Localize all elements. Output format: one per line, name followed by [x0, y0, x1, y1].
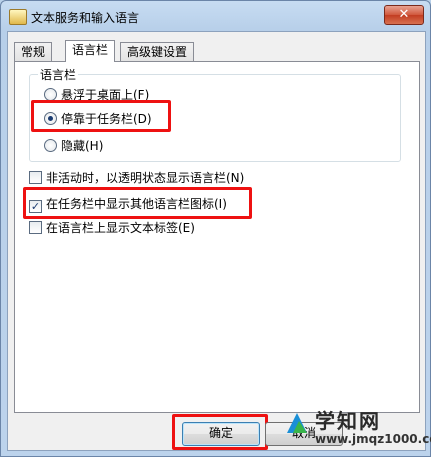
dialog-client: 常规 语言栏 高级键设置 语言栏 悬浮于桌面上(F) 停靠于任务栏(D) 隐藏(… — [7, 31, 426, 451]
radio-label: 隐藏(H) — [61, 139, 104, 153]
checkbox[interactable] — [29, 171, 42, 184]
checkbox-label: 在语言栏上显示文本标签(E) — [46, 221, 195, 235]
app-icon — [9, 9, 27, 25]
watermark-title: 学知网 — [315, 409, 381, 433]
dialog-window: 文本服务和输入语言 ✕ 常规 语言栏 高级键设置 语言栏 悬浮于桌面上(F) 停… — [0, 0, 431, 457]
checkbox[interactable] — [29, 221, 42, 234]
watermark-url: www.jmqz1000.com — [315, 432, 431, 446]
radio-button[interactable] — [44, 139, 57, 152]
highlight-box-additional-icons — [23, 187, 252, 219]
close-button[interactable]: ✕ — [384, 5, 424, 25]
tab-general[interactable]: 常规 — [14, 42, 53, 61]
window-title: 文本服务和输入语言 — [31, 11, 140, 25]
tab-language-bar[interactable]: 语言栏 — [65, 40, 116, 62]
tab-advanced-key-settings[interactable]: 高级键设置 — [120, 42, 195, 61]
group-title: 语言栏 — [38, 66, 79, 83]
highlight-box-docked — [31, 100, 171, 132]
checkbox-transparent-when-inactive[interactable]: 非活动时，以透明状态显示语言栏(N) — [29, 170, 244, 186]
watermark-logo-icon — [287, 413, 307, 433]
highlight-box-ok — [172, 414, 268, 450]
title-bar[interactable]: 文本服务和输入语言 ✕ — [1, 1, 430, 31]
checkbox-show-text-labels[interactable]: 在语言栏上显示文本标签(E) — [29, 220, 195, 236]
checkbox-label: 非活动时，以透明状态显示语言栏(N) — [46, 171, 245, 185]
tab-panel: 语言栏 悬浮于桌面上(F) 停靠于任务栏(D) 隐藏(H) 非活动时，以透明状态… — [14, 61, 420, 413]
radio-hidden[interactable]: 隐藏(H) — [44, 138, 103, 154]
watermark: 学知网 www.jmqz1000.com — [285, 405, 431, 453]
